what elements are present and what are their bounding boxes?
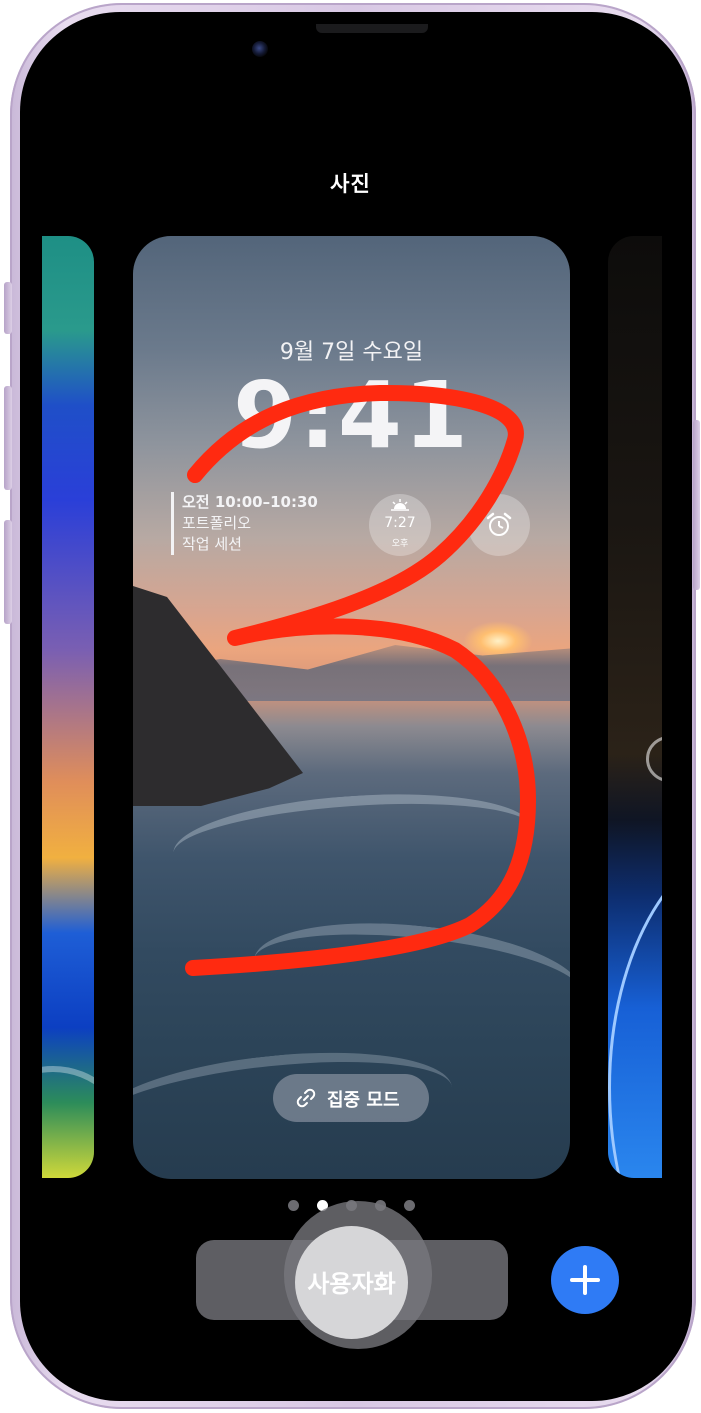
- customize-button[interactable]: 사용자화: [295, 1264, 408, 1299]
- surf-wave: [248, 909, 570, 1045]
- alarm-clock-icon: [486, 512, 512, 536]
- focus-mode-button[interactable]: 집중 모드: [273, 1074, 429, 1122]
- calendar-event-title-line2: 작업 세션: [182, 535, 242, 553]
- calendar-event-time: 오전 10:00–10:30: [182, 493, 318, 511]
- page-dot[interactable]: [288, 1200, 299, 1211]
- surf-wave: [170, 783, 536, 899]
- power-button: [693, 420, 700, 590]
- link-icon: [296, 1088, 316, 1108]
- sunset-widget: 7:27 오후: [369, 494, 431, 556]
- earth-horizon: [608, 836, 662, 1178]
- sunset-time: 7:27: [384, 515, 416, 531]
- wallpaper-card-next[interactable]: [608, 236, 662, 1178]
- wallpaper-arc: [42, 1066, 94, 1178]
- volume-up-button: [4, 386, 12, 490]
- sunset-period: 오후: [391, 539, 409, 549]
- wallpaper-collection-title: 사진: [330, 172, 371, 196]
- add-wallpaper-button[interactable]: [551, 1246, 619, 1314]
- alarm-widget: [468, 494, 530, 556]
- widget-ring: [646, 736, 662, 782]
- sunset-icon: [391, 499, 409, 511]
- page-dot[interactable]: [404, 1200, 415, 1211]
- wallpaper-card-previous[interactable]: [42, 236, 94, 1178]
- volume-down-button: [4, 520, 12, 624]
- camera: [252, 41, 268, 57]
- calendar-widget: 오전 10:00–10:30 포트폴리오 작업 세션: [171, 492, 318, 555]
- wallpaper-card-current[interactable]: 9월 7일 수요일 9:41 오전 10:00–10:30 포트폴리오 작업 세…: [133, 236, 570, 1179]
- lock-time: 9:41: [233, 362, 470, 469]
- focus-mode-label: 집중 모드: [327, 1090, 400, 1111]
- action-button: [4, 282, 12, 334]
- speaker: [316, 24, 428, 33]
- calendar-event-title-line1: 포트폴리오: [182, 514, 252, 532]
